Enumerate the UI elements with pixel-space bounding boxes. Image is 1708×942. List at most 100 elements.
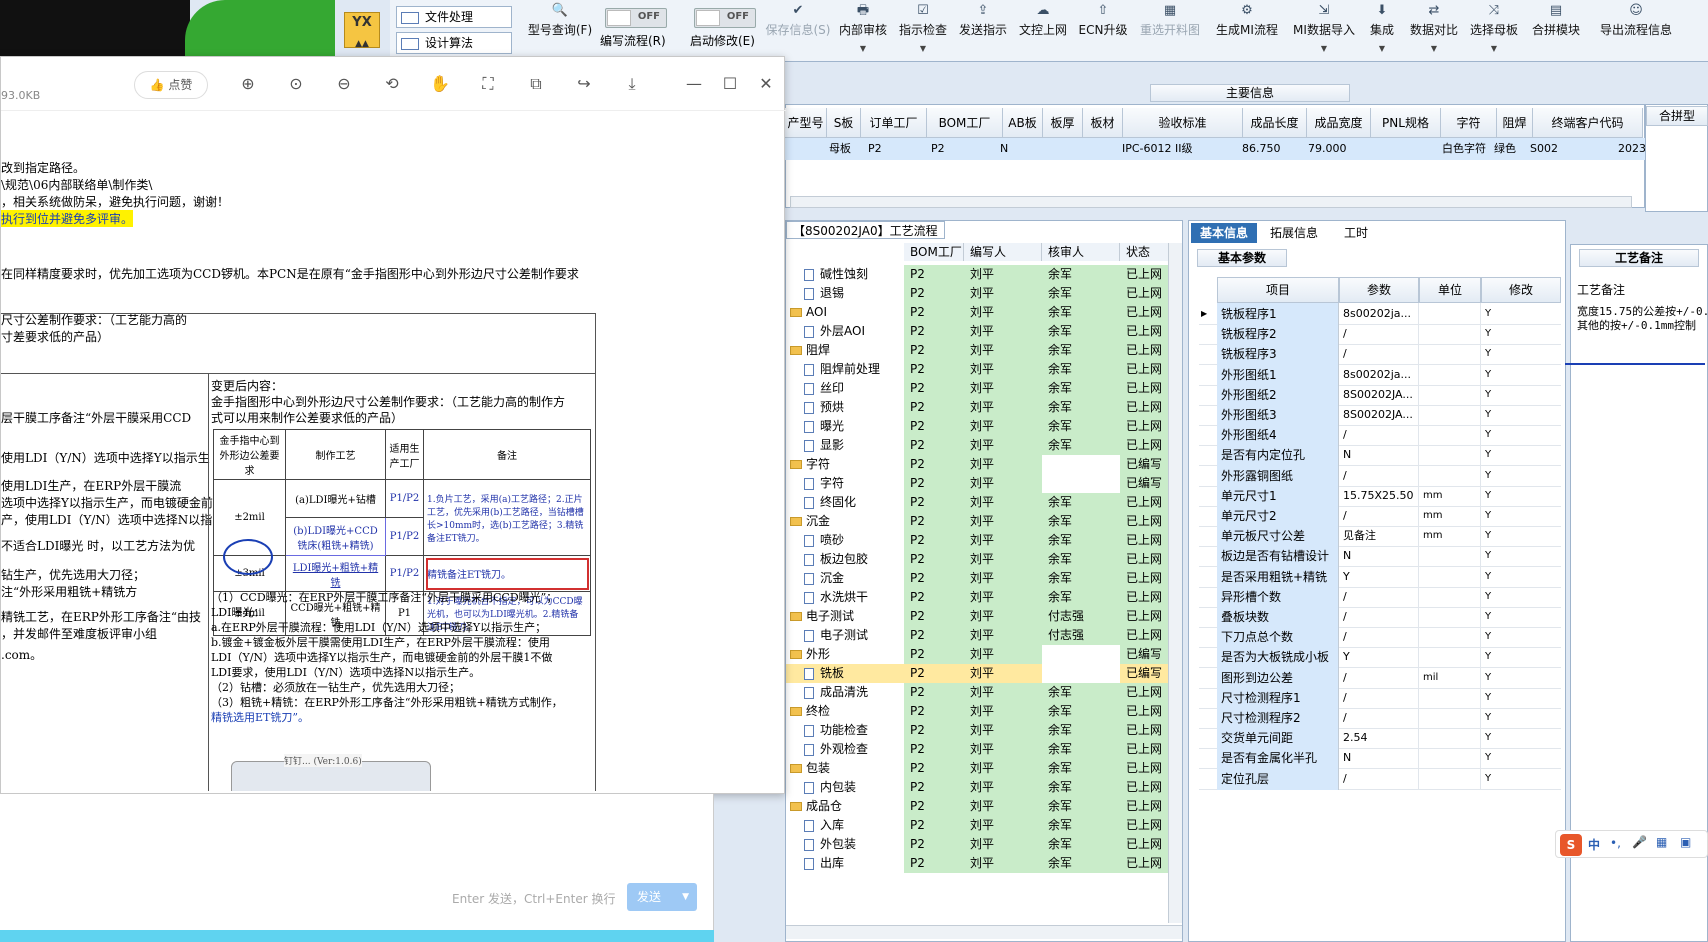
param-value[interactable]: 8s00202ja... (1339, 303, 1419, 325)
ime-bar[interactable]: S 中 •, 🎤 ▦ ▣ (1555, 830, 1708, 858)
process-row[interactable]: 出库 P2 刘平 余军 已上网 (786, 854, 1168, 873)
param-value[interactable]: / (1339, 343, 1419, 366)
maximize-icon[interactable]: ☐ (719, 73, 741, 95)
param-row[interactable]: 外形图纸3 8S00202JA... Y (1199, 404, 1561, 426)
process-row[interactable]: 内包装 P2 刘平 余军 已上网 (786, 778, 1168, 797)
param-row[interactable]: 单元板尺寸公差 见备注 mm Y (1199, 525, 1561, 548)
param-row[interactable]: 铣板程序3/ Y (1199, 343, 1561, 366)
param-value[interactable]: 8S00202JA... (1339, 404, 1419, 426)
process-row[interactable]: 字符 P2 刘平 已编写 (786, 474, 1168, 493)
param-value[interactable]: N (1339, 444, 1419, 467)
process-row[interactable]: 终固化 P2 刘平 余军 已上网 (786, 493, 1168, 512)
param-value[interactable]: / (1339, 424, 1419, 447)
param-value[interactable]: Y (1339, 565, 1419, 588)
process-row[interactable]: 成品清洗 P2 刘平 余军 已上网 (786, 683, 1168, 702)
param-row[interactable]: 是否为大板铣成小板 Y Y (1199, 646, 1561, 669)
process-row[interactable]: 预烘 P2 刘平 余军 已上网 (786, 398, 1168, 417)
param-row[interactable]: 铣板程序2/ Y (1199, 323, 1561, 346)
param-value[interactable]: / (1339, 464, 1419, 487)
param-row[interactable]: 叠板块数 / Y (1199, 606, 1561, 628)
param-row[interactable]: 单元尺寸2/mm Y (1199, 505, 1561, 527)
param-row[interactable]: 异形槽个数 / Y (1199, 585, 1561, 608)
param-row[interactable]: 交货单元间距 2.54 Y (1199, 727, 1561, 750)
process-row[interactable]: 外观检查 P2 刘平 余军 已上网 (786, 740, 1168, 759)
param-value[interactable]: / (1339, 505, 1419, 527)
start-modify-toggle[interactable]: OFF (694, 8, 756, 28)
minimize-icon[interactable]: — (683, 73, 705, 95)
check-instruction-button[interactable]: ☑ 指示检查 ▼ (895, 0, 951, 60)
process-row[interactable]: 沉金 P2 刘平 余军 已上网 (786, 512, 1168, 531)
share-icon[interactable]: ↪ (573, 73, 595, 95)
copy-icon[interactable]: ⧉ (525, 73, 547, 95)
param-value[interactable]: N (1339, 545, 1419, 568)
param-value[interactable]: / (1339, 626, 1419, 649)
close-icon[interactable]: ✕ (755, 73, 777, 95)
horizontal-scrollbar[interactable] (790, 196, 1632, 208)
remark-tab[interactable]: 工艺备注 (1579, 249, 1699, 267)
param-value[interactable]: Y (1339, 646, 1419, 669)
process-row[interactable]: 铣板 P2 刘平 已编写 (786, 664, 1168, 683)
remark-text[interactable]: 其他的按+/-0.1mm控制 (1577, 317, 1696, 333)
send-instruction-button[interactable]: ⇪ 发送指示 (955, 0, 1011, 60)
param-value[interactable]: / (1339, 323, 1419, 346)
like-button[interactable]: 👍 点赞 (134, 71, 208, 99)
param-row[interactable]: 单元尺寸1 15.75X25.50 mm Y (1199, 484, 1561, 507)
zoom-out-icon[interactable]: ⊖ (333, 73, 355, 95)
crop-icon[interactable]: ⛶ (477, 73, 499, 95)
process-row[interactable]: 阻焊 P2 刘平 余军 已上网 (786, 341, 1168, 360)
param-value[interactable]: N (1339, 747, 1419, 770)
process-row[interactable]: AOI P2 刘平 余军 已上网 (786, 303, 1168, 322)
param-value[interactable]: 8s00202ja... (1339, 363, 1419, 386)
process-row[interactable]: 碱性蚀刻 P2 刘平 余军 已上网 (786, 265, 1168, 284)
process-row[interactable]: 丝印 P2 刘平 余军 已上网 (786, 379, 1168, 398)
send-button[interactable]: 发送 ▼ (627, 883, 697, 911)
process-row[interactable]: 阻焊前处理 P2 刘平 余军 已上网 (786, 360, 1168, 379)
param-value[interactable]: 见备注 (1339, 525, 1419, 548)
save-info-button[interactable]: ✔ 保存信息(S) (760, 0, 836, 60)
param-value[interactable]: / (1339, 767, 1419, 790)
process-row[interactable]: 外包装 P2 刘平 余军 已上网 (786, 835, 1168, 854)
export-flow-button[interactable]: ☺ 导出流程信息 (1588, 0, 1684, 60)
edit-flow-toggle[interactable]: OFF (605, 8, 667, 28)
chat-input-area[interactable]: Enter 发送，Ctrl+Enter 换行 发送 ▼ (0, 794, 714, 942)
rotate-icon[interactable]: ⟲ (381, 73, 403, 95)
process-row[interactable]: 电子测试 P2 刘平 付志强 已上网 (786, 626, 1168, 645)
param-row[interactable]: 下刀点总个数 / Y (1199, 626, 1561, 649)
param-row[interactable]: 是否有金属化半孔 N Y (1199, 747, 1561, 770)
process-row[interactable]: 显影 P2 刘平 余军 已上网 (786, 436, 1168, 455)
data-compare-button[interactable]: ⇄ 数据对比 ▼ (1406, 0, 1462, 60)
param-row[interactable]: 图形到边公差 / mil Y (1199, 666, 1561, 689)
side-item-file[interactable]: 文件处理 (396, 6, 512, 28)
thumb-popup[interactable]: 钉钉... (Ver:1.0.6) (231, 754, 431, 791)
process-row[interactable]: 功能检查 P2 刘平 余军 已上网 (786, 721, 1168, 740)
tab-basic-info[interactable]: 基本信息 (1191, 223, 1257, 243)
generate-mi-button[interactable]: ⚙ 生成MI流程 (1210, 0, 1284, 60)
param-value[interactable]: / (1339, 606, 1419, 628)
select-mother-button[interactable]: ⤨ 选择母板 ▼ (1466, 0, 1522, 60)
param-row[interactable]: 是否有内定位孔 N Y (1199, 444, 1561, 467)
process-row[interactable]: 曝光 P2 刘平 余军 已上网 (786, 417, 1168, 436)
param-row[interactable]: ▶ 铣板程序1 8s00202ja... Y (1199, 303, 1561, 325)
vertical-scrollbar[interactable] (1168, 243, 1182, 923)
process-row[interactable]: 退锡 P2 刘平 余军 已上网 (786, 284, 1168, 303)
param-value[interactable]: 15.75X25.50 (1339, 484, 1419, 507)
process-row[interactable]: 喷砂 P2 刘平 余军 已上网 (786, 531, 1168, 550)
param-row[interactable]: 尺寸检测程序1/ Y (1199, 686, 1561, 709)
tab-hours[interactable]: 工时 (1331, 223, 1381, 243)
process-row[interactable]: 成品仓 P2 刘平 余军 已上网 (786, 797, 1168, 816)
process-row[interactable]: 终检 P2 刘平 余军 已上网 (786, 702, 1168, 721)
merge-module-button[interactable]: ▤ 合拼模块 (1528, 0, 1584, 60)
zoom-in-icon[interactable]: ⊕ (237, 73, 259, 95)
process-row[interactable]: 入库 P2 刘平 余军 已上网 (786, 816, 1168, 835)
process-row[interactable]: 板边包胶 P2 刘平 余军 已上网 (786, 550, 1168, 569)
param-value[interactable]: / (1339, 585, 1419, 608)
param-value[interactable]: / (1339, 707, 1419, 729)
process-row[interactable]: 电子测试 P2 刘平 付志强 已上网 (786, 607, 1168, 626)
param-row[interactable]: 外形图纸2 8S00202JA... Y (1199, 383, 1561, 406)
param-row[interactable]: 尺寸检测程序2/ Y (1199, 707, 1561, 729)
hand-icon[interactable]: ✋ (429, 73, 451, 95)
fit-icon[interactable]: ⊙ (285, 73, 307, 95)
process-row[interactable]: 沉金 P2 刘平 余军 已上网 (786, 569, 1168, 588)
internal-review-button[interactable]: 🖶 内部审核 ▼ (835, 0, 891, 60)
param-row[interactable]: 外形图纸4/ Y (1199, 424, 1561, 447)
